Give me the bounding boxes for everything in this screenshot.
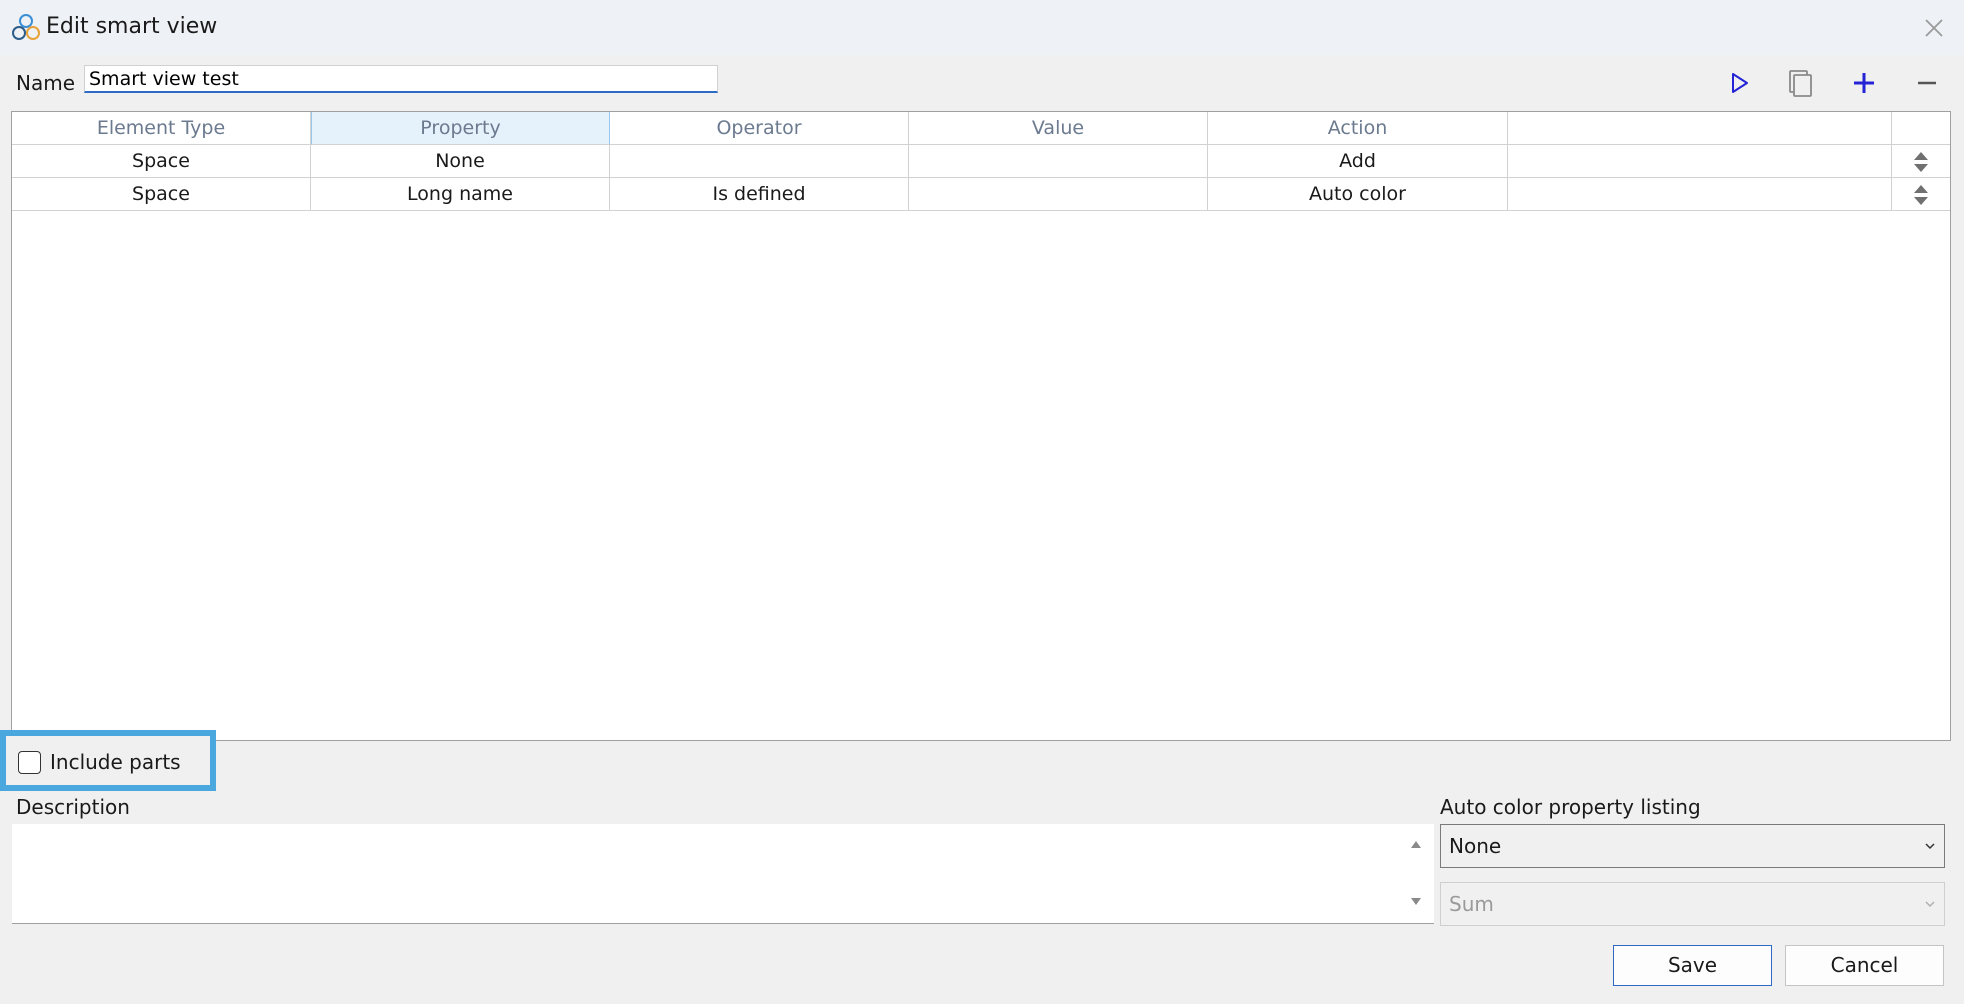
auto-color-label: Auto color property listing [1440,795,1701,819]
cell-action[interactable]: Add [1208,145,1508,178]
row-reorder-cell [1892,145,1950,178]
include-parts-highlight: Include parts [0,730,216,791]
column-header-property[interactable]: Property [311,112,610,145]
auto-color-aggregate-select: Sum [1440,882,1945,926]
description-textarea[interactable] [12,824,1400,922]
cell-value[interactable] [909,145,1208,178]
include-parts-checkbox[interactable] [18,751,41,774]
plus-icon[interactable] [1847,66,1881,100]
column-header-blank [1508,112,1892,145]
auto-color-property-select[interactable]: None [1440,824,1945,868]
description-label: Description [16,795,130,819]
cancel-button[interactable]: Cancel [1785,945,1944,986]
name-label: Name [16,71,76,95]
cell-action[interactable]: Auto color [1208,178,1508,211]
window-title: Edit smart view [46,14,218,39]
description-box [12,824,1434,924]
cell-operator[interactable]: Is defined [610,178,909,211]
cell-operator[interactable] [610,145,909,178]
cell-element-type[interactable]: Space [12,178,311,211]
scroll-down-icon[interactable] [1408,896,1424,908]
cell-extra [1508,178,1892,211]
cell-property[interactable]: None [311,145,610,178]
table-row[interactable]: Space Long name Is defined Auto color [12,178,1950,211]
auto-color-selected-value: None [1449,834,1502,858]
cell-extra [1508,145,1892,178]
scroll-up-icon[interactable] [1408,838,1424,850]
chevron-down-icon [1925,843,1935,850]
save-button[interactable]: Save [1613,945,1772,986]
include-parts-label[interactable]: Include parts [50,750,181,774]
cell-value[interactable] [909,178,1208,211]
rules-grid: Element Type Property Operator Value Act… [11,111,1951,741]
cell-element-type[interactable]: Space [12,145,311,178]
reorder-arrows-icon[interactable] [1911,182,1931,208]
chevron-down-icon [1925,901,1935,908]
column-header-element-type[interactable]: Element Type [12,112,311,145]
close-icon[interactable] [1918,12,1950,44]
name-input[interactable] [84,65,718,93]
column-header-value[interactable]: Value [909,112,1208,145]
cell-property[interactable]: Long name [311,178,610,211]
app-logo-icon [12,14,40,40]
column-header-action[interactable]: Action [1208,112,1508,145]
column-header-operator[interactable]: Operator [610,112,909,145]
column-header-reorder [1892,112,1950,145]
row-reorder-cell [1892,178,1950,211]
copy-icon[interactable] [1783,66,1817,100]
grid-header: Element Type Property Operator Value Act… [12,112,1950,145]
table-row[interactable]: Space None Add [12,145,1950,178]
reorder-arrows-icon[interactable] [1911,149,1931,175]
title-bar: Edit smart view [0,0,1964,55]
auto-color-aggregate-value: Sum [1449,892,1494,916]
minus-icon[interactable] [1910,66,1944,100]
play-icon[interactable] [1722,66,1756,100]
